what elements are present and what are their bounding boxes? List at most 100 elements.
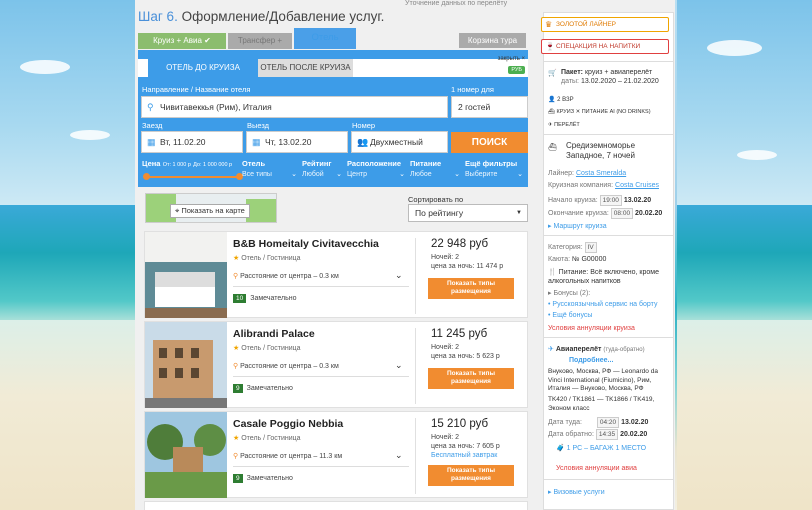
company-link[interactable]: Costa Cruises — [615, 182, 659, 189]
score-text: Замечательно — [250, 295, 297, 302]
map-pin-icon: ⌖ — [175, 206, 180, 215]
flight-route: Внуково, Москва, РФ — Leonardo da Vinci … — [548, 368, 658, 392]
filters-bar: Цена От: 1 000 р До: 1 000 000 р Отель Вс… — [138, 159, 528, 187]
visa-services-link[interactable]: ▸ Визовые услуги — [548, 488, 605, 497]
hotel-price: 22 948 руб — [431, 238, 489, 250]
details-link[interactable]: Подробнее... — [569, 356, 613, 365]
distance: Расстояние от центра – 11.3 км — [240, 453, 343, 460]
hotel-price: 15 210 руб — [431, 418, 489, 430]
ship-icon: ⛴ — [548, 109, 555, 115]
price-min-handle[interactable] — [143, 173, 150, 180]
chevron-down-icon: ⌄ — [399, 171, 405, 178]
promo-golden-liner[interactable]: ♛ ЗОЛОТОЙ ЛАЙНЕР — [541, 17, 669, 32]
score-text: Замечательно — [246, 475, 293, 482]
more-bonuses-link[interactable]: • Ещё бонусы — [548, 311, 592, 320]
calendar-icon: ▦ — [147, 137, 156, 147]
destination-input[interactable]: ⚲ Чивитавеккья (Рим), Италия — [141, 96, 448, 118]
glass-icon: 🍷 — [545, 42, 555, 51]
tab-hotel[interactable]: Отель — [294, 28, 356, 49]
checkout-label: Выезд — [247, 121, 270, 130]
more-filters[interactable]: Ещё фильтры Выберите ⌄ — [465, 159, 525, 178]
cruise-route: Средиземноморье Западное, 7 ночей — [566, 141, 636, 160]
tab-hotel-after[interactable]: ОТЕЛЬ ПОСЛЕ КРУИЗА — [258, 59, 353, 77]
score-badge: 10 — [233, 294, 247, 303]
rating-filter[interactable]: Рейтинг Любой ⌄ — [302, 159, 344, 178]
bonus-toggle[interactable]: ▸ Бонусы (2): — [548, 289, 590, 298]
room-label: 1 номер для — [451, 85, 494, 94]
chevron-down-icon[interactable]: ⌄ — [395, 360, 403, 371]
hotel-search-panel: ОТЕЛЬ ДО КРУИЗА ОТЕЛЬ ПОСЛЕ КРУИЗА закры… — [138, 50, 528, 187]
people-icon: 👥 — [357, 137, 369, 147]
hotel-card — [144, 501, 528, 510]
route-link[interactable]: ▸ Маршрут круиза — [548, 222, 607, 231]
plane-icon: ✈ — [548, 346, 554, 353]
page-title: Шаг 6. Оформление/Добавление услуг. — [138, 9, 385, 24]
chevron-down-icon: ▼ — [516, 210, 522, 216]
location-filter[interactable]: Расположение Центр ⌄ — [347, 159, 407, 178]
chevron-down-icon: ⌄ — [517, 171, 523, 178]
chevron-down-icon: ⌄ — [291, 171, 297, 178]
chevron-down-icon[interactable]: ⌄ — [395, 450, 403, 461]
hotel-card: Casale Poggio Nebbia ★ Отель / Гостиница… — [144, 411, 528, 498]
promo-drinks[interactable]: 🍷 СПЕЦАКЦИЯ НА НАПИТКИ — [541, 39, 669, 54]
currency-select[interactable]: РУБ — [508, 66, 525, 74]
hotel-type-filter[interactable]: Отель Все типы ⌄ — [242, 159, 299, 178]
room-type-label: Номер — [352, 121, 376, 130]
score-badge: 9 — [233, 474, 243, 483]
nights: Ночей: 2 — [431, 254, 460, 261]
price-filter[interactable]: Цена От: 1 000 р До: 1 000 000 р — [142, 159, 243, 180]
tab-cruise-avia[interactable]: Круиз + Авиа ✔ — [138, 33, 226, 49]
location-pin-icon: ⚲ — [233, 363, 239, 370]
flight-numbers: TK420 / TK1861 — TK1866 / TK419, Эконом … — [548, 396, 655, 412]
person-icon: 👤 — [548, 97, 556, 103]
nights: Ночей: 2 — [431, 434, 460, 441]
hotel-photo[interactable] — [145, 412, 227, 498]
hotel-card: B&B Homeitaly Civitavecchia ★ Отель / Го… — [144, 231, 528, 318]
price-slider[interactable] — [146, 176, 242, 178]
show-rooms-button[interactable]: Показать типы размещения — [428, 368, 514, 389]
location-pin-icon: ⚲ — [233, 453, 239, 460]
food-filter[interactable]: Питание Любое ⌄ — [410, 159, 462, 178]
show-rooms-button[interactable]: Показать типы размещения — [428, 465, 514, 486]
chevron-down-icon: ⌄ — [454, 171, 460, 178]
hotel-photo[interactable] — [145, 232, 227, 318]
search-button[interactable]: ПОИСК — [451, 132, 528, 153]
liner-link[interactable]: Costa Smeralda — [576, 170, 626, 177]
travelers: 2 ВЗР — [557, 97, 574, 103]
hotel-name[interactable]: Casale Poggio Nebbia — [233, 418, 343, 430]
calendar-icon: ▦ — [252, 137, 261, 147]
cancel-cruise-link[interactable]: Условия аннуляции круиза — [548, 324, 635, 333]
crown-icon: ♛ — [545, 20, 553, 29]
show-map-button[interactable]: ⌖ Показать на карте — [145, 193, 277, 223]
score-text: Замечательно — [246, 385, 293, 392]
distance: Расстояние от центра – 0.3 км — [240, 273, 339, 280]
distance: Расстояние от центра – 0.3 км — [240, 363, 339, 370]
tab-transfer[interactable]: Трансфер + — [228, 33, 292, 49]
chevron-down-icon: ⌄ — [336, 171, 342, 178]
score-badge: 9 — [233, 384, 243, 393]
checkin-date-input[interactable]: ▦ Вт, 11.02.20 — [141, 131, 243, 153]
close-link[interactable]: закрыть × — [498, 56, 525, 62]
main-content: Уточнение данных по перелёту Шаг 6. Офор… — [135, 0, 675, 510]
checkin-label: Заезд — [142, 121, 163, 130]
breakfast-label: Бесплатный завтрак — [431, 452, 498, 459]
hotel-name[interactable]: Alibrandi Palace — [233, 328, 315, 340]
top-note: Уточнение данных по перелёту — [405, 0, 508, 7]
tab-cart[interactable]: Корзина тура — [459, 33, 526, 48]
show-rooms-button[interactable]: Показать типы размещения — [428, 278, 514, 299]
hotel-name[interactable]: B&B Homeitaly Civitavecchia — [233, 238, 379, 250]
cart-icon: 🛒 — [548, 70, 557, 77]
guests-select[interactable]: 2 гостей — [451, 96, 528, 118]
cancel-avia-link[interactable]: Условия аннуляции авиа — [556, 464, 637, 473]
background-left — [0, 0, 135, 510]
room-type-select[interactable]: 👥 Двухместный — [351, 131, 448, 153]
tab-hotel-before[interactable]: ОТЕЛЬ ДО КРУИЗА — [148, 59, 258, 77]
chevron-down-icon[interactable]: ⌄ — [395, 270, 403, 281]
sort-select[interactable]: По рейтингу ▼ — [408, 204, 528, 222]
luggage-icon: 🧳 — [556, 445, 565, 452]
utensils-icon: ✕ — [575, 109, 581, 115]
checkout-date-input[interactable]: ▦ Чт, 13.02.20 — [246, 131, 348, 153]
check-icon: ✔ — [204, 36, 211, 45]
location-pin-icon: ⚲ — [233, 273, 239, 280]
hotel-photo[interactable] — [145, 322, 227, 408]
